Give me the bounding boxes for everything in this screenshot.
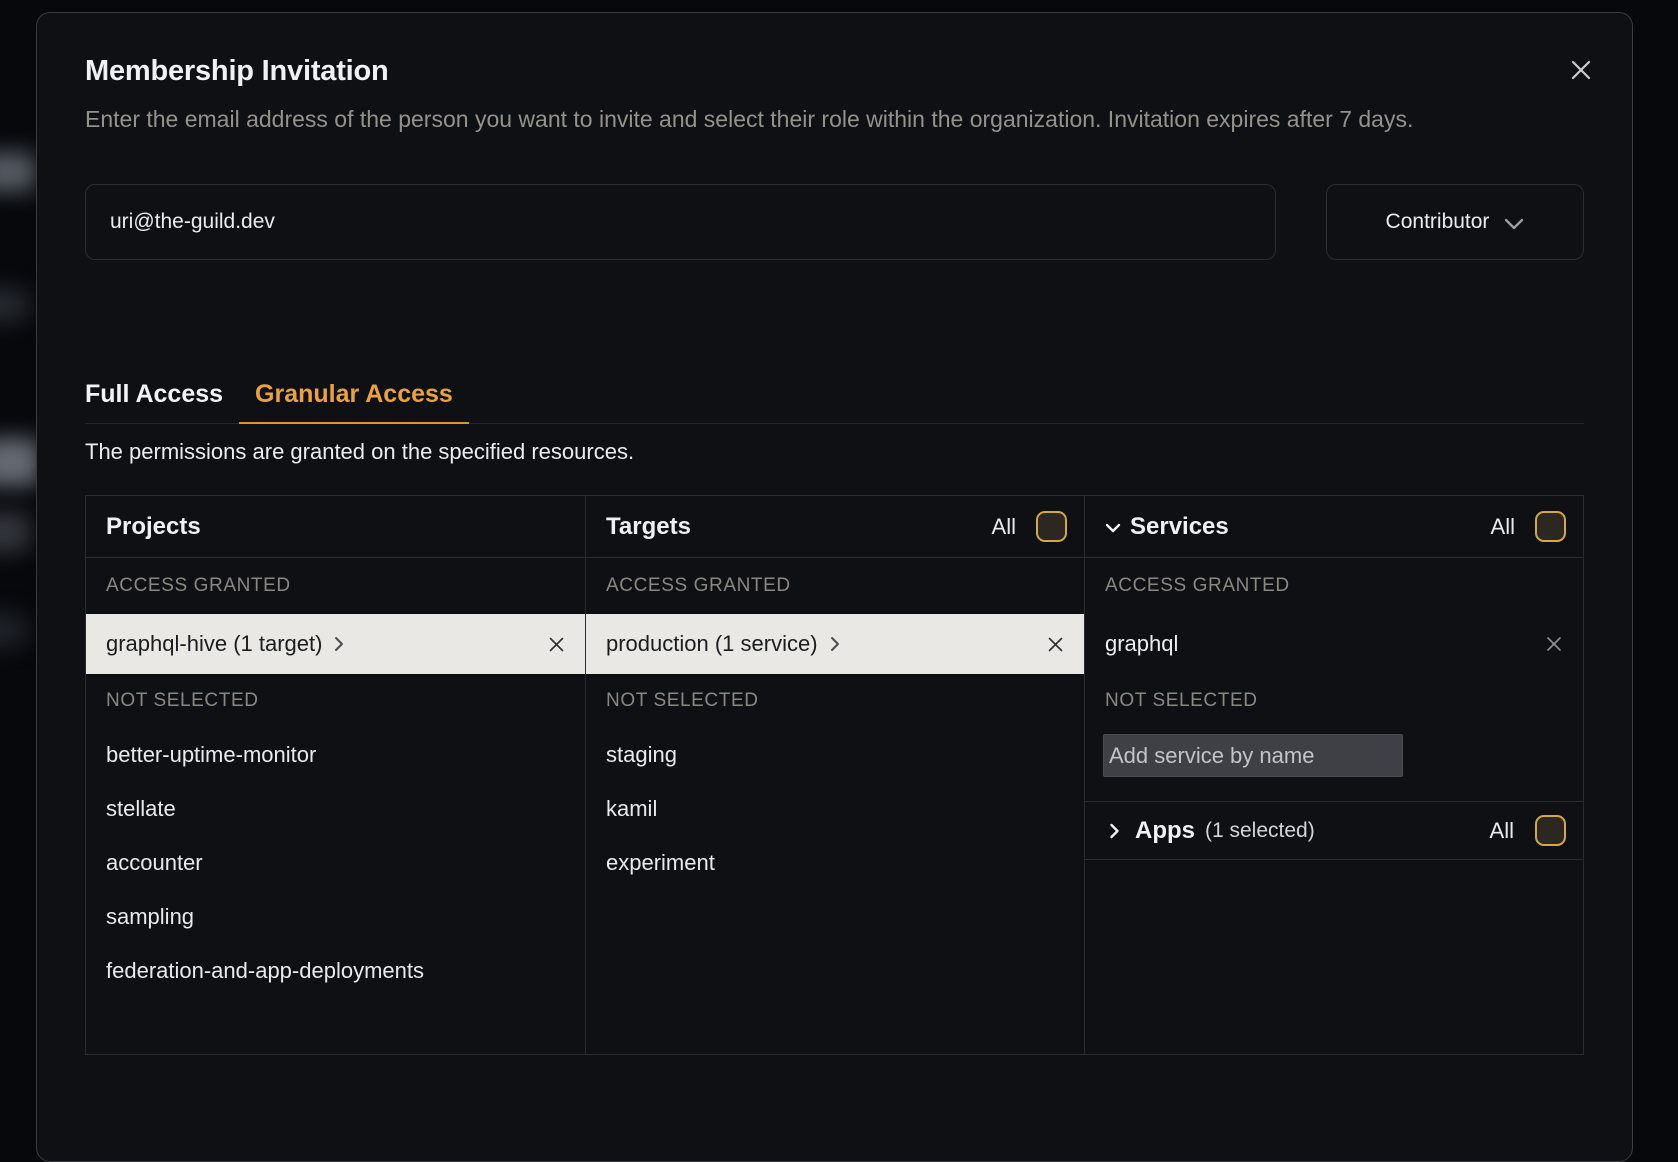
project-item[interactable]: better-uptime-monitor (86, 728, 585, 782)
services-column: Services All ACCESS GRANTED graphql NOT … (1084, 496, 1583, 1054)
close-icon (1569, 58, 1593, 82)
access-tabs: Full Access Granular Access (85, 380, 1584, 424)
dialog-description: Enter the email address of the person yo… (85, 101, 1584, 138)
backdrop-blur (0, 152, 36, 192)
services-all-checkbox[interactable] (1535, 511, 1566, 542)
close-icon (1545, 635, 1563, 653)
apps-all-label: All (1490, 818, 1514, 844)
project-item[interactable]: sampling (86, 890, 585, 944)
projects-column-header: Projects (86, 496, 585, 558)
close-button[interactable] (1568, 57, 1594, 83)
targets-all-checkbox[interactable] (1036, 511, 1067, 542)
project-item[interactable]: federation-and-app-deployments (86, 944, 585, 998)
targets-column: Targets All ACCESS GRANTED production (1… (585, 496, 1084, 1054)
chevron-right-icon (1109, 822, 1120, 840)
resource-permissions-panel: Projects ACCESS GRANTED graphql-hive (1 … (85, 495, 1584, 1055)
email-input[interactable] (85, 184, 1276, 260)
targets-all-label: All (992, 514, 1016, 540)
targets-column-header: Targets All (586, 496, 1084, 558)
close-icon (1047, 636, 1064, 653)
dialog-title: Membership Invitation (85, 55, 1584, 88)
services-all-label: All (1491, 514, 1515, 540)
target-item[interactable]: staging (586, 728, 1084, 782)
backdrop-blur (0, 438, 40, 486)
selected-target-label: production (1 service) (606, 631, 818, 657)
apps-all-checkbox[interactable] (1535, 815, 1566, 846)
close-icon (548, 636, 565, 653)
chevron-right-icon (829, 635, 841, 653)
targets-title: Targets (606, 513, 691, 541)
granted-service-row[interactable]: graphql (1085, 614, 1583, 674)
target-item[interactable]: experiment (586, 836, 1084, 890)
project-item[interactable]: stellate (86, 782, 585, 836)
backdrop-blur (0, 612, 26, 648)
apps-selected-count: (1 selected) (1205, 819, 1315, 843)
chevron-down-icon (1504, 218, 1524, 230)
tab-granular-access[interactable]: Granular Access (239, 380, 469, 423)
membership-invitation-dialog: Membership Invitation Enter the email ad… (36, 12, 1633, 1162)
invite-form-row: Contributor (85, 184, 1584, 260)
remove-project-button[interactable] (548, 636, 565, 653)
add-service-input[interactable] (1103, 734, 1403, 777)
role-select[interactable]: Contributor (1326, 184, 1584, 260)
apps-section-row[interactable]: Apps (1 selected) All (1085, 801, 1583, 860)
permissions-note: The permissions are granted on the speci… (85, 439, 1584, 465)
remove-target-button[interactable] (1047, 636, 1064, 653)
access-granted-label: ACCESS GRANTED (86, 558, 585, 614)
services-column-header[interactable]: Services All (1085, 496, 1583, 558)
services-title: Services (1130, 513, 1229, 541)
selected-project-row[interactable]: graphql-hive (1 target) (86, 614, 585, 674)
not-selected-label: NOT SELECTED (86, 674, 585, 728)
role-select-value: Contributor (1386, 210, 1490, 234)
projects-title: Projects (106, 513, 201, 541)
remove-service-button[interactable] (1545, 635, 1563, 653)
not-selected-label: NOT SELECTED (586, 674, 1084, 728)
selected-project-label: graphql-hive (1 target) (106, 631, 322, 657)
apps-title: Apps (1135, 817, 1195, 845)
granted-service-label: graphql (1105, 631, 1178, 657)
access-granted-label: ACCESS GRANTED (586, 558, 1084, 614)
project-item[interactable]: accounter (86, 836, 585, 890)
backdrop-blur (0, 512, 30, 552)
target-item[interactable]: kamil (586, 782, 1084, 836)
add-service-row (1085, 728, 1583, 801)
access-granted-label: ACCESS GRANTED (1085, 558, 1583, 614)
tab-full-access[interactable]: Full Access (85, 380, 239, 423)
projects-column: Projects ACCESS GRANTED graphql-hive (1 … (86, 496, 585, 1054)
not-selected-label: NOT SELECTED (1085, 674, 1583, 728)
chevron-down-icon (1105, 523, 1121, 533)
backdrop-blur (0, 288, 28, 322)
chevron-right-icon (333, 635, 345, 653)
selected-target-row[interactable]: production (1 service) (586, 614, 1084, 674)
